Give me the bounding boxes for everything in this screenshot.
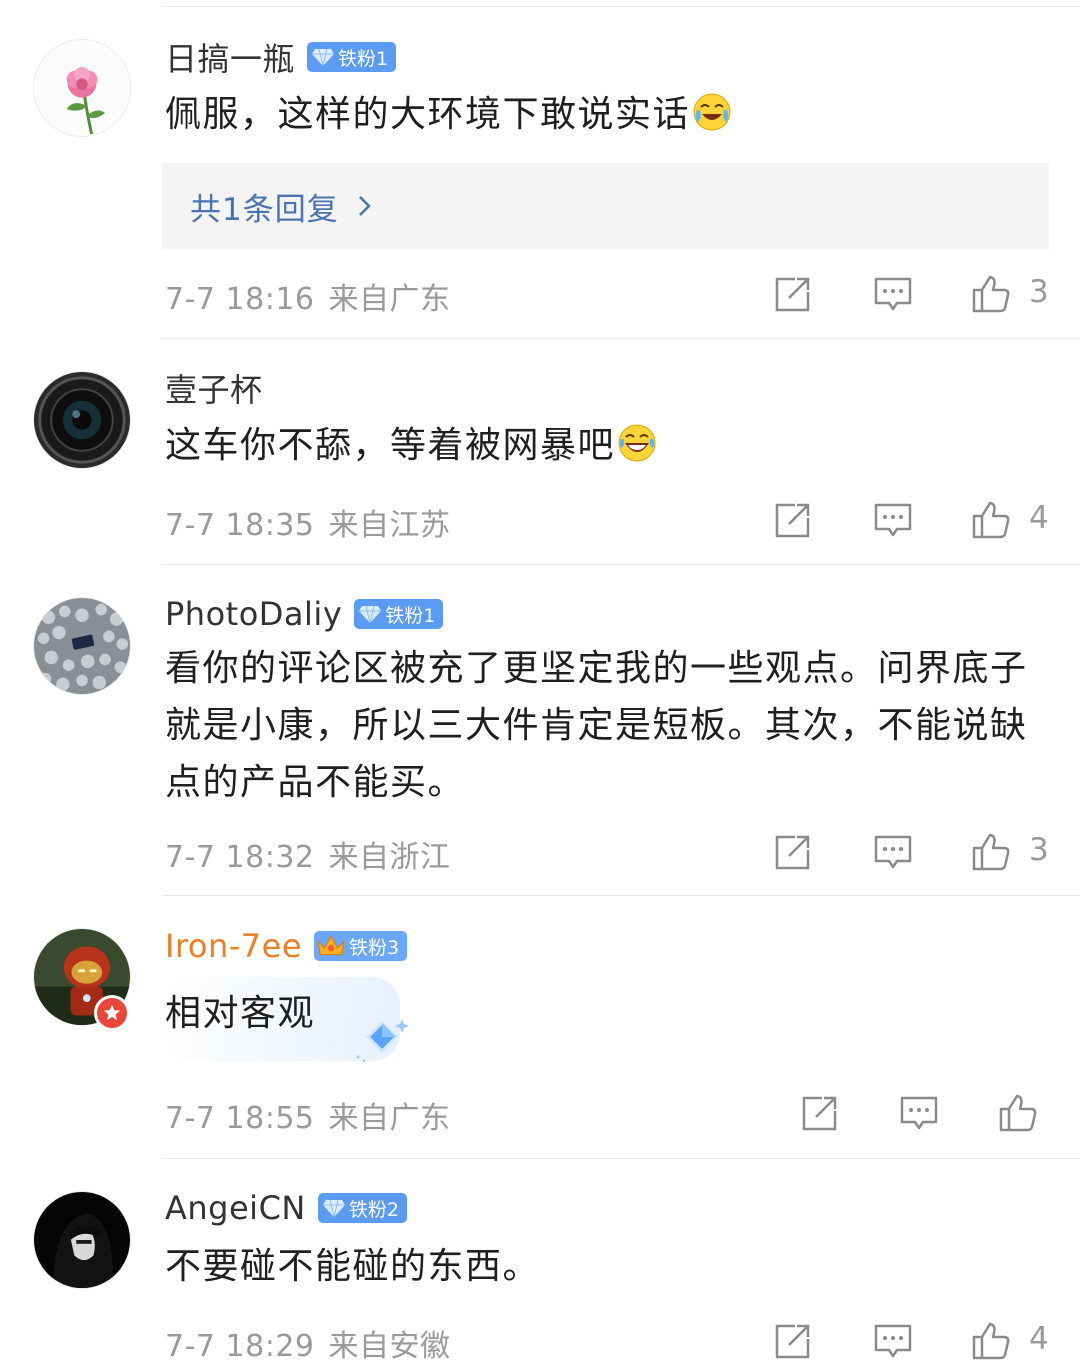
username[interactable]: Iron-7ee <box>165 927 302 965</box>
fan-badge[interactable]: 铁粉2 <box>317 1193 407 1223</box>
laugh-emoji-icon <box>618 424 656 462</box>
pebbles-avatar-icon <box>34 598 130 694</box>
view-replies-label: 共1条回复 <box>190 191 339 228</box>
vip-badge <box>94 995 130 1031</box>
comment-text: 不要碰不能碰的东西。 <box>165 1238 1035 1295</box>
comment-actions: 4 <box>0 1321 1080 1365</box>
peony-flower-avatar-icon <box>34 40 130 136</box>
camera-lens-avatar-icon <box>34 372 130 468</box>
comment-text: 佩服，这样的大环境下敢说实话 <box>165 86 1035 143</box>
comment-text-content: 不要碰不能碰的东西。 <box>165 1246 541 1287</box>
view-replies-link[interactable]: 共1条回复 <box>190 184 373 229</box>
diamond-icon <box>359 605 382 624</box>
fan-badge[interactable]: 铁粉3 <box>314 931 408 961</box>
name-row: Iron-7ee 铁粉3 <box>165 924 408 968</box>
fan-badge-label: 铁粉3 <box>349 936 400 959</box>
thumbs-up-icon[interactable] <box>971 1321 1011 1361</box>
thumbs-up-icon[interactable] <box>998 1093 1038 1133</box>
divider <box>162 1158 1080 1159</box>
comment-text-content: 看你的评论区被充了更坚定我的一些观点。问界底子就是小康，所以三大件肯定是短板。其… <box>165 648 1028 803</box>
crown-icon <box>317 935 345 956</box>
comment-icon[interactable] <box>873 274 913 314</box>
thumbs-up-icon[interactable] <box>971 274 1011 314</box>
divider <box>162 895 1080 896</box>
like-count: 4 <box>1029 500 1049 536</box>
avatar[interactable] <box>33 597 131 695</box>
comment-icon[interactable] <box>899 1093 939 1133</box>
star-icon <box>103 1004 121 1021</box>
chevron-right-icon <box>358 196 371 216</box>
name-row: AngeiCN 铁粉2 <box>165 1186 407 1230</box>
laugh-cry-emoji-icon <box>693 93 731 131</box>
comment-text-content: 佩服，这样的大环境下敢说实话 <box>165 94 691 135</box>
fan-badge[interactable]: 铁粉1 <box>307 42 397 72</box>
fan-badge[interactable]: 铁粉1 <box>354 599 444 629</box>
like-count: 3 <box>1029 274 1049 310</box>
comment-text: 相对客观 <box>165 985 1035 1042</box>
name-row: 壹子杯 <box>165 366 263 410</box>
share-icon[interactable] <box>773 500 813 540</box>
avatar[interactable] <box>33 371 131 469</box>
fan-badge-label: 铁粉1 <box>338 47 389 70</box>
comment-actions: 3 <box>0 274 1080 318</box>
like-count: 4 <box>1029 1321 1049 1357</box>
comment-icon[interactable] <box>873 832 913 872</box>
name-row: 日搞一瓶 铁粉1 <box>165 34 397 80</box>
comment-actions: 3 <box>0 832 1080 876</box>
username[interactable]: 日搞一瓶 <box>165 34 295 80</box>
fan-badge-label: 铁粉2 <box>348 1198 399 1221</box>
username[interactable]: AngeiCN <box>165 1189 306 1227</box>
share-icon[interactable] <box>773 274 813 314</box>
thumbs-up-icon[interactable] <box>971 500 1011 540</box>
comment-text-content: 这车你不舔，等着被网暴吧 <box>165 425 616 466</box>
username[interactable]: PhotoDaliy <box>165 595 342 633</box>
name-row: PhotoDaliy 铁粉1 <box>165 592 444 636</box>
share-icon[interactable] <box>773 832 813 872</box>
share-icon[interactable] <box>800 1093 840 1133</box>
share-icon[interactable] <box>773 1321 813 1361</box>
divider <box>162 6 1080 7</box>
comment-actions: 4 <box>0 500 1080 544</box>
comment-text: 看你的评论区被充了更坚定我的一些观点。问界底子就是小康，所以三大件肯定是短板。其… <box>165 640 1035 811</box>
comment-icon[interactable] <box>873 1321 913 1361</box>
username[interactable]: 壹子杯 <box>165 365 263 411</box>
thumbs-up-icon[interactable] <box>971 832 1011 872</box>
avatar[interactable] <box>33 1191 131 1289</box>
comment-icon[interactable] <box>873 500 913 540</box>
reply-box[interactable]: 共1条回复 <box>162 163 1049 249</box>
diamond-icon <box>322 1199 345 1218</box>
diamond-icon <box>312 48 335 67</box>
avatar[interactable] <box>33 39 131 137</box>
fan-badge-label: 铁粉1 <box>385 604 436 627</box>
hooded-figure-avatar-icon <box>34 1192 130 1288</box>
divider <box>162 338 1080 339</box>
divider <box>162 564 1080 565</box>
comment-actions <box>0 1093 1080 1137</box>
like-count: 3 <box>1029 832 1049 868</box>
comment-text: 这车你不舔，等着被网暴吧 <box>165 417 1035 474</box>
comment-text-content: 相对客观 <box>165 993 316 1034</box>
